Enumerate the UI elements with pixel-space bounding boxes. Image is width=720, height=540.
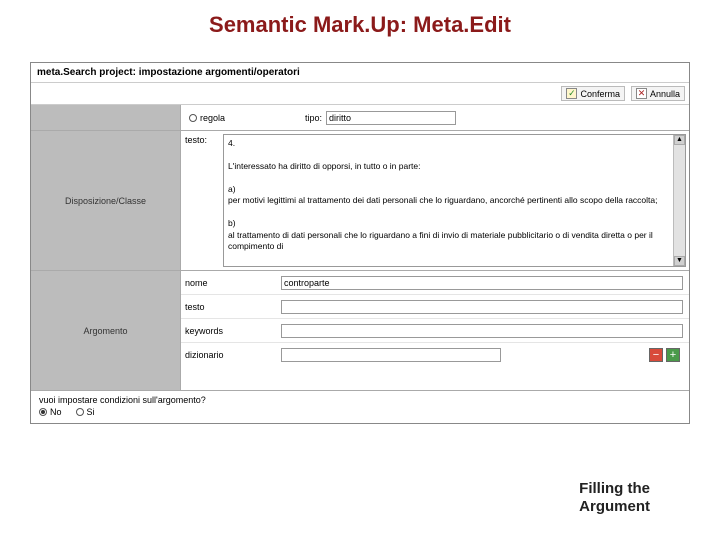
tipo-label: tipo: (305, 113, 322, 123)
regola-radio[interactable]: regola (181, 113, 225, 123)
slide-caption: Filling the Argument (579, 480, 650, 516)
slide-title: Semantic Mark.Up: Meta.Edit (0, 0, 720, 44)
radio-si[interactable]: Si (76, 407, 95, 417)
testo-textarea[interactable]: 4.L'interessato ha diritto di opporsi, i… (224, 135, 673, 266)
row-argomento: Argomento nome testo keywords dizionario… (31, 271, 689, 391)
top-toolbar: ✓ Conferma ✕ Annulla (31, 83, 689, 105)
keywords-input[interactable] (281, 324, 683, 338)
cancel-button[interactable]: ✕ Annulla (631, 86, 685, 101)
dizionario-label: dizionario (181, 350, 281, 360)
dizionario-input[interactable] (281, 348, 501, 362)
dict-add-button[interactable]: + (666, 348, 680, 362)
nome-label: nome (181, 278, 281, 288)
cross-icon: ✕ (636, 88, 647, 99)
cancel-label: Annulla (650, 89, 680, 99)
testo-label: testo: (185, 135, 207, 145)
no-label: No (50, 407, 62, 417)
radio-icon (189, 114, 197, 122)
app-window: meta.Search project: impostazione argome… (30, 62, 690, 424)
confirm-button[interactable]: ✓ Conferma (561, 86, 625, 101)
keywords-label: keywords (181, 326, 281, 336)
arg-testo-label: testo (181, 302, 281, 312)
bottom-section: vuoi impostare condizioni sull'argomento… (31, 391, 689, 423)
si-label: Si (87, 407, 95, 417)
row-disposizione: Disposizione/Classe testo: 4.L'interessa… (31, 131, 689, 271)
argomento-label: Argomento (31, 271, 181, 390)
scrollbar[interactable]: ▲ ▼ (673, 135, 685, 266)
nome-input[interactable] (281, 276, 683, 290)
app-title: meta.Search project: impostazione argome… (31, 63, 689, 83)
testo-textarea-wrap: 4.L'interessato ha diritto di opporsi, i… (223, 134, 686, 267)
row-rule: regola tipo: (31, 105, 689, 131)
tipo-input[interactable] (326, 111, 456, 125)
dict-remove-button[interactable]: − (649, 348, 663, 362)
radio-icon (39, 408, 47, 416)
radio-no[interactable]: No (39, 407, 62, 417)
check-icon: ✓ (566, 88, 577, 99)
scroll-up-icon[interactable]: ▲ (674, 135, 685, 145)
regola-label: regola (200, 113, 225, 123)
radio-icon (76, 408, 84, 416)
row-rule-left (31, 105, 181, 130)
scroll-down-icon[interactable]: ▼ (674, 256, 685, 266)
condition-question: vuoi impostare condizioni sull'argomento… (39, 395, 681, 405)
disposizione-label: Disposizione/Classe (31, 131, 181, 270)
arg-testo-input[interactable] (281, 300, 683, 314)
confirm-label: Conferma (580, 89, 620, 99)
